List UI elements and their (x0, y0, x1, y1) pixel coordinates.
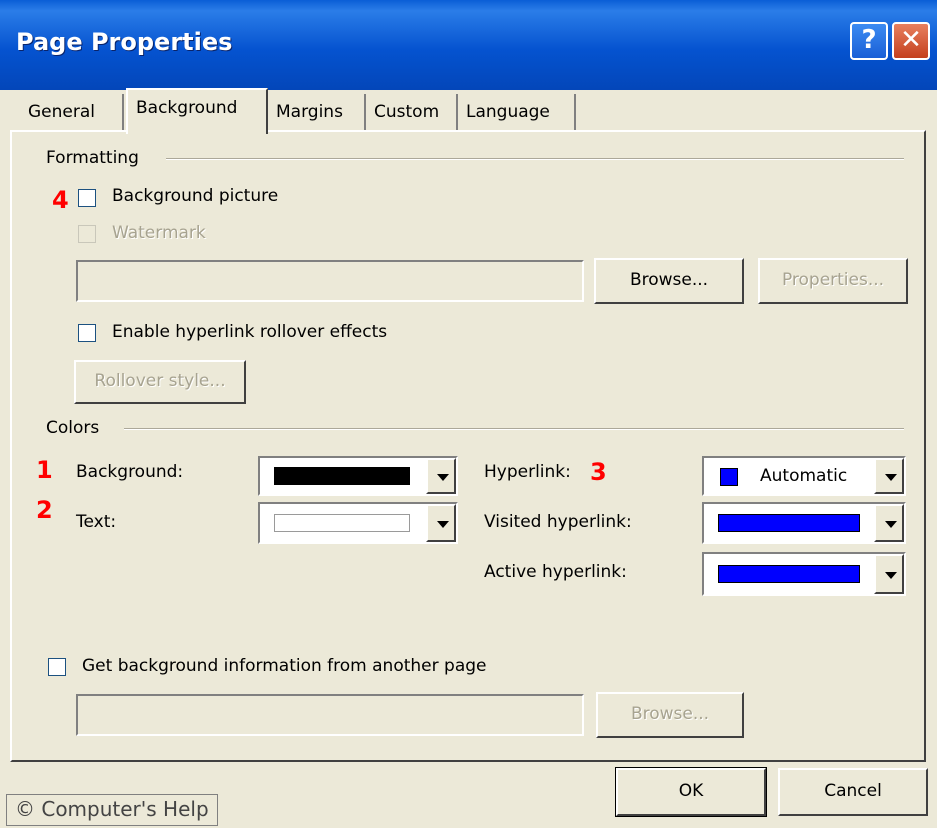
formatting-legend: Formatting (46, 148, 139, 168)
hyperlink-color-value: Automatic (760, 466, 848, 486)
hyperlink-color-label: Hyperlink: (484, 462, 571, 482)
marker-4: 4 (52, 186, 69, 214)
marker-2: 2 (36, 496, 53, 524)
browse-button[interactable]: Browse... (594, 258, 744, 304)
background-color-dropdown-icon[interactable] (426, 458, 456, 494)
rollover-effects-checkbox[interactable] (78, 324, 96, 342)
help-icon[interactable]: ? (850, 22, 888, 60)
visited-hyperlink-color-picker[interactable] (702, 502, 906, 544)
cancel-button[interactable]: Cancel (778, 768, 928, 816)
visited-hyperlink-swatch (718, 514, 860, 532)
active-hyperlink-dropdown-icon[interactable] (874, 554, 904, 594)
another-page-path-field[interactable] (76, 694, 584, 736)
colors-divider (124, 428, 904, 430)
tab-custom[interactable]: Custom (366, 94, 458, 132)
rollover-style-button[interactable]: Rollover style... (74, 360, 246, 404)
close-icon[interactable]: ✕ (892, 22, 930, 60)
background-picture-path-field[interactable] (76, 260, 584, 302)
ok-button-label: OK (678, 781, 704, 801)
background-color-picker[interactable] (258, 456, 458, 496)
rollover-effects-label: Enable hyperlink rollover effects (112, 322, 388, 342)
copyright-watermark-text: © Computer's Help (15, 797, 209, 821)
text-color-picker[interactable] (258, 502, 458, 544)
text-color-label: Text: (76, 512, 117, 532)
background-color-swatch (274, 467, 410, 485)
hyperlink-color-picker[interactable]: Automatic (702, 456, 906, 496)
watermark-checkbox[interactable] (78, 225, 96, 243)
tab-custom-label: Custom (374, 102, 440, 122)
watermark-label: Watermark (112, 223, 206, 243)
tab-language-label: Language (466, 102, 550, 122)
hyperlink-color-dropdown-icon[interactable] (874, 458, 904, 494)
hyperlink-color-swatch (720, 468, 738, 486)
active-hyperlink-color-picker[interactable] (702, 552, 906, 596)
another-page-browse-label: Browse... (630, 704, 710, 724)
properties-button[interactable]: Properties... (758, 258, 908, 304)
window-title: Page Properties (16, 28, 233, 56)
background-color-label: Background: (76, 462, 184, 482)
another-page-browse-button[interactable]: Browse... (596, 692, 744, 738)
tab-margins[interactable]: Margins (268, 94, 366, 132)
cancel-button-label: Cancel (824, 781, 882, 801)
marker-1: 1 (36, 456, 53, 484)
tab-background[interactable]: Background (126, 88, 268, 134)
text-color-dropdown-icon[interactable] (426, 504, 456, 542)
background-picture-label: Background picture (112, 186, 279, 206)
tab-general-label: General (28, 102, 95, 122)
page-properties-dialog: Page Properties ? ✕ General Background M… (0, 0, 937, 828)
visited-hyperlink-label: Visited hyperlink: (484, 512, 632, 532)
tab-background-label: Background (136, 98, 238, 118)
active-hyperlink-label: Active hyperlink: (484, 562, 627, 582)
visited-hyperlink-dropdown-icon[interactable] (874, 504, 904, 542)
tab-margins-label: Margins (276, 102, 343, 122)
copyright-watermark: © Computer's Help (6, 794, 218, 826)
formatting-divider (166, 158, 904, 160)
ok-button[interactable]: OK (615, 767, 767, 817)
tab-general[interactable]: General (20, 94, 124, 132)
browse-button-label: Browse... (629, 270, 709, 290)
tab-language[interactable]: Language (458, 94, 576, 132)
background-picture-checkbox[interactable] (78, 189, 96, 207)
title-bar[interactable]: Page Properties ? ✕ (0, 0, 937, 90)
another-page-label: Get background information from another … (82, 656, 487, 676)
properties-button-label: Properties... (781, 270, 885, 290)
colors-legend: Colors (46, 418, 100, 438)
marker-3: 3 (590, 458, 607, 486)
rollover-style-button-label: Rollover style... (94, 371, 226, 391)
text-color-swatch (274, 514, 410, 532)
another-page-checkbox[interactable] (48, 658, 66, 676)
active-hyperlink-swatch (718, 565, 860, 583)
